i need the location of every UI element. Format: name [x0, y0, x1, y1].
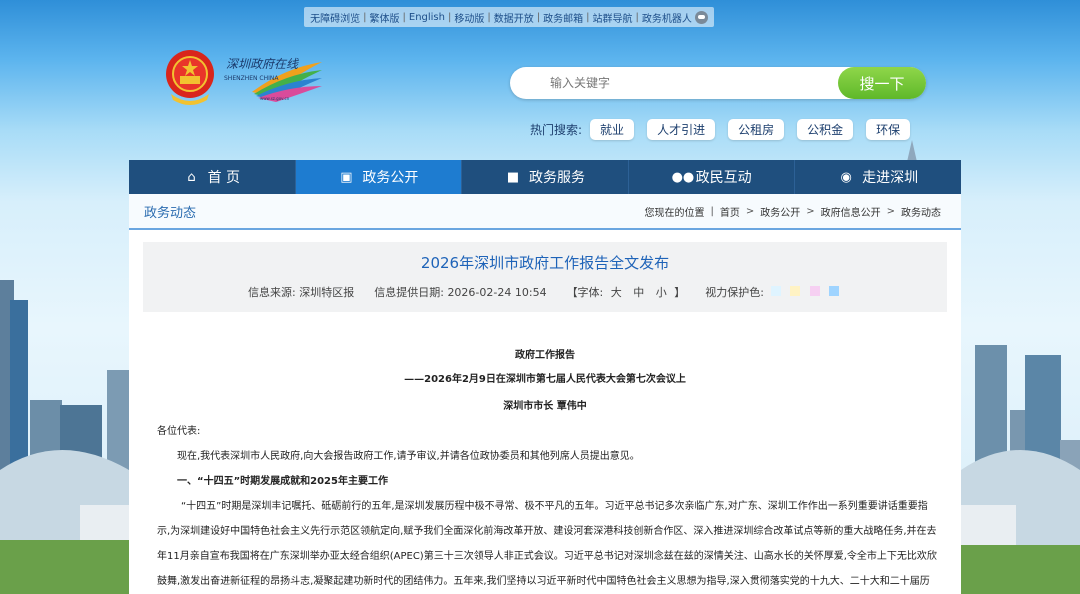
hot-search: 热门搜索: 就业 人才引进 公租房 公积金 环保	[530, 119, 923, 140]
source-value: 深圳特区报	[299, 286, 355, 299]
robot-icon[interactable]	[694, 10, 708, 24]
link-english[interactable]: English	[409, 12, 445, 23]
hot-tag-talent[interactable]: 人才引进	[647, 119, 716, 140]
breadcrumb-news[interactable]: 政务动态	[901, 204, 941, 219]
link-accessibility[interactable]: 无障碍浏览	[310, 10, 360, 25]
breadcrumb: 您现在的位置 | 首页 > 政务公开 > 政府信息公开 > 政务动态	[644, 204, 941, 219]
section-heading-1: 一、“十四五”时期发展成就和2025年主要工作	[177, 476, 388, 487]
link-open-data[interactable]: 数据开放	[494, 10, 534, 25]
eye-color-blue[interactable]	[770, 286, 781, 296]
eye-color-pink[interactable]	[809, 286, 820, 296]
report-heading: 政府工作报告	[515, 350, 575, 361]
font-size-large[interactable]: 大	[611, 286, 622, 299]
breadcrumb-location-label: 您现在的位置	[644, 207, 705, 219]
hot-search-label: 热门搜索:	[530, 123, 583, 137]
breadcrumb-bar: 政务动态 您现在的位置 | 首页 > 政务公开 > 政府信息公开 > 政务动态	[129, 194, 961, 230]
svg-text:深圳政府在线: 深圳政府在线	[226, 57, 299, 71]
hot-tag-public-housing[interactable]: 公租房	[728, 119, 785, 140]
government-icon: ▣	[340, 169, 353, 185]
link-gov-robot[interactable]: 政务机器人	[642, 10, 692, 25]
eye-color-yellow[interactable]	[790, 286, 800, 296]
hot-tag-employment[interactable]: 就业	[590, 119, 635, 140]
nav-gov-affairs[interactable]: ▣ 政务公开	[295, 160, 463, 194]
article-meta: 信息来源: 深圳特区报 信息提供日期: 2026-02-24 10:54 【字体…	[143, 284, 947, 300]
breadcrumb-info-disclosure[interactable]: 政府信息公开	[821, 204, 881, 219]
date-value: 2026-02-24 10:54	[447, 286, 547, 299]
nav-gov-affairs-label: 政务公开	[362, 170, 419, 186]
font-size-small[interactable]: 小	[656, 286, 667, 299]
home-icon: ⌂	[187, 169, 196, 185]
shenzhen-logo[interactable]: 深圳政府在线 SHENZHEN CHINA www.sz.gov.cn	[224, 54, 324, 106]
section-title: 政务动态	[144, 205, 197, 221]
breadcrumb-home[interactable]: 首页	[720, 204, 740, 219]
nav-home-label: 首 页	[207, 170, 241, 186]
source-label: 信息来源:	[248, 286, 296, 299]
paragraph-1: 现在,我代表深圳市人民政府,向大会报告政府工作,请予审议,并请各位政协委员和其他…	[177, 451, 640, 462]
search-box: 搜一下	[510, 67, 926, 99]
paragraph-2-line-2: 示,为深圳建设好中国特色社会主义先行示范区领航定向,赋予我们全面深化前海改革开放…	[157, 526, 937, 537]
nav-interaction[interactable]: ●● 政民互动	[629, 160, 796, 194]
logo-graphic: 深圳政府在线 SHENZHEN CHINA www.sz.gov.cn	[224, 57, 322, 102]
nav-home[interactable]: ⌂ 首 页	[129, 160, 296, 194]
hot-tag-housing-fund[interactable]: 公积金	[797, 119, 854, 140]
content-panel: 政务动态 您现在的位置 | 首页 > 政务公开 > 政府信息公开 > 政务动态 2026…	[129, 194, 961, 594]
link-mobile[interactable]: 移动版	[454, 10, 484, 25]
article-title: 2026年深圳市政府工作报告全文发布	[420, 254, 670, 272]
main-nav: ⌂ 首 页 ▣ 政务公开 ■ 政务服务 ●● 政民互动 ◉ 走进深圳	[129, 160, 961, 194]
hot-tag-environment[interactable]: 环保	[866, 119, 911, 140]
nav-gov-service[interactable]: ■ 政务服务	[462, 160, 629, 194]
svg-text:www.sz.gov.cn: www.sz.gov.cn	[260, 96, 290, 101]
report-subheading: ——2026年2月9日在深圳市第七届人民代表大会第七次会议上	[404, 374, 686, 385]
font-size-medium[interactable]: 中	[633, 286, 644, 299]
top-links-bar: 无障碍浏览 | 繁体版 | English | 移动版 | 数据开放 | 政务邮箱 | 站群…	[304, 7, 714, 27]
font-size-label: 【字体:	[566, 286, 604, 299]
search-input[interactable]	[550, 74, 830, 92]
national-emblem	[166, 50, 214, 105]
eye-color-cyan[interactable]	[829, 286, 839, 296]
svg-text:SHENZHEN CHINA: SHENZHEN CHINA	[224, 75, 279, 82]
article-header: 2026年深圳市政府工作报告全文发布 信息来源: 深圳特区报 信息提供日期: 2…	[143, 242, 947, 312]
greeting: 各位代表:	[157, 426, 201, 437]
paragraph-2-line-3: 年11月亲自宣布我国将在广东深圳举办亚太经合组织(APEC)第三十三次领导人非正…	[157, 551, 937, 562]
date-label: 信息提供日期:	[374, 286, 444, 299]
breadcrumb-gov-affairs[interactable]: 政务公开	[760, 204, 800, 219]
link-gov-mail[interactable]: 政务邮箱	[543, 10, 583, 25]
eye-protection-label: 视力保护色:	[705, 286, 764, 299]
info-icon: ◉	[840, 169, 852, 185]
link-site-nav[interactable]: 站群导航	[592, 10, 632, 25]
paragraph-2-line-4: 鼓舞,激发出奋进新征程的昂扬斗志,凝聚起建功新时代的团结伟力。五年来,我们坚持以…	[157, 576, 930, 587]
nav-interaction-label: 政民互动	[695, 170, 752, 186]
service-icon: ■	[506, 169, 520, 185]
people-icon: ●●	[671, 169, 695, 185]
link-traditional-chinese[interactable]: 繁体版	[370, 10, 400, 25]
nav-gov-service-label: 政务服务	[528, 170, 585, 186]
nav-about-shenzhen-label: 走进深圳	[862, 170, 919, 186]
nav-about-shenzhen[interactable]: ◉ 走进深圳	[795, 160, 961, 194]
report-speaker: 深圳市市长 覃伟中	[503, 401, 587, 412]
paragraph-2-line-1: “十四五”时期是深圳丰记嘱托、砥砺前行的五年,是深圳发展历程中极不寻常、极不平凡…	[181, 501, 928, 512]
font-size-close: 】	[674, 286, 686, 299]
search-button[interactable]: 搜一下	[838, 67, 926, 99]
